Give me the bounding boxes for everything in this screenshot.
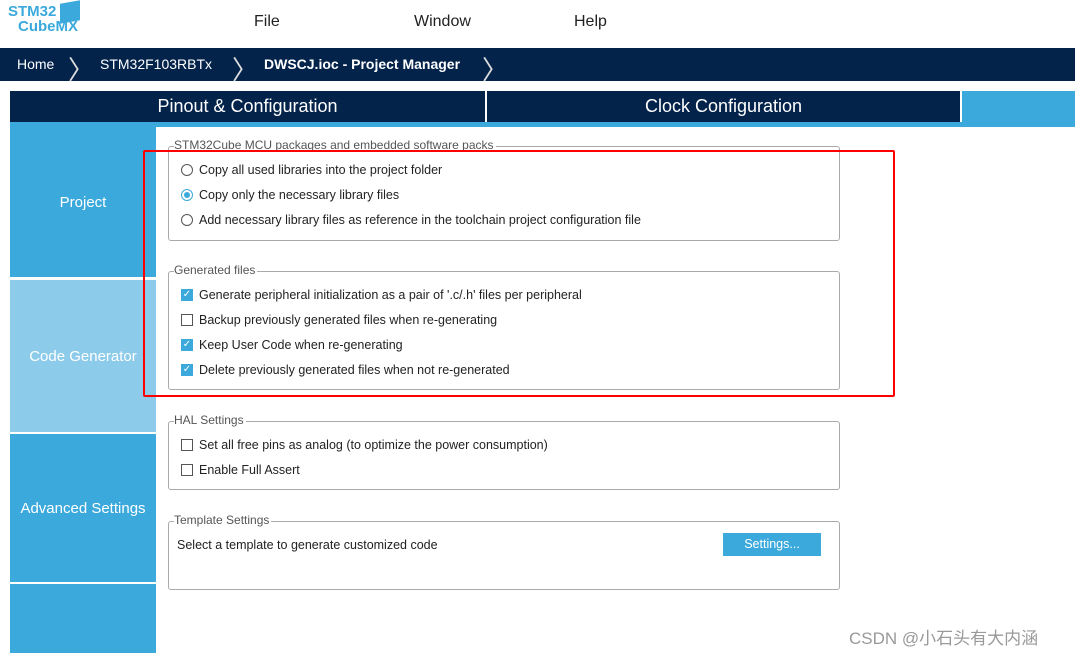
watermark: CSDN @小石头有大内涵 bbox=[849, 629, 1039, 648]
tab-clock-configuration[interactable]: Clock Configuration bbox=[487, 91, 960, 122]
hal-settings-group: HAL Settings Set all free pins as analog… bbox=[168, 413, 840, 490]
breadcrumb-home[interactable]: Home bbox=[17, 56, 54, 72]
menu-window[interactable]: Window bbox=[414, 13, 471, 31]
sidebar-item-code-generator[interactable]: Code Generator bbox=[10, 280, 156, 432]
template-description: Select a template to generate customized… bbox=[177, 538, 438, 552]
tab-project-manager[interactable] bbox=[962, 91, 1075, 122]
checkbox-free-pins-analog[interactable]: Set all free pins as analog (to optimize… bbox=[181, 438, 548, 452]
chevron-right-icon: 〉 bbox=[482, 55, 509, 85]
stm32cubemx-logo: STM32 CubeMX bbox=[8, 0, 80, 34]
tab-underline bbox=[10, 122, 1075, 127]
chevron-right-icon: 〉 bbox=[232, 55, 259, 85]
breadcrumb-mcu[interactable]: STM32F103RBTx bbox=[100, 56, 212, 72]
sidebar-empty bbox=[10, 584, 156, 653]
sidebar-item-project[interactable]: Project bbox=[10, 127, 156, 277]
cube-icon bbox=[60, 0, 80, 24]
settings-button[interactable]: Settings... bbox=[723, 533, 821, 556]
menu-file[interactable]: File bbox=[254, 13, 280, 31]
menu-help[interactable]: Help bbox=[574, 13, 607, 31]
highlight-rectangle bbox=[143, 150, 895, 397]
breadcrumb: Home 〉 STM32F103RBTx 〉 DWSCJ.ioc - Proje… bbox=[0, 48, 1075, 85]
checkbox-full-assert[interactable]: Enable Full Assert bbox=[181, 463, 300, 477]
chevron-right-icon: 〉 bbox=[68, 55, 95, 85]
tab-pinout-configuration[interactable]: Pinout & Configuration bbox=[10, 91, 485, 122]
breadcrumb-project-manager[interactable]: DWSCJ.ioc - Project Manager bbox=[264, 56, 460, 72]
template-settings-group: Template Settings Select a template to g… bbox=[168, 513, 840, 590]
sidebar-item-advanced-settings[interactable]: Advanced Settings bbox=[10, 434, 156, 582]
